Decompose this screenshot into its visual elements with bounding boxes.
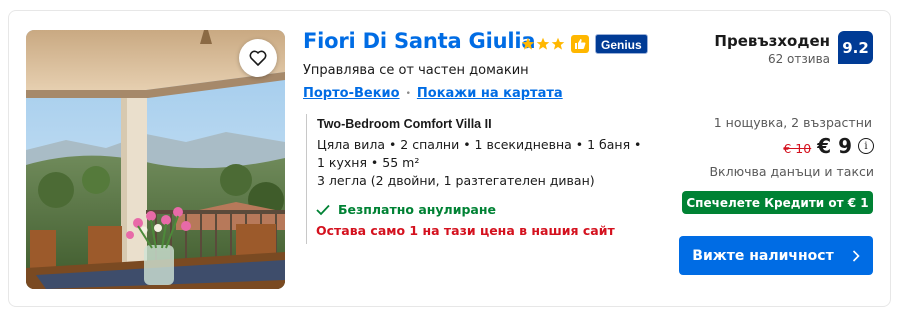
room-specs-continued: 1 кухня • 55 m² xyxy=(317,155,420,170)
thumbs-up-badge[interactable] xyxy=(571,35,589,53)
info-icon[interactable]: i xyxy=(858,138,874,154)
star-icon xyxy=(521,37,535,50)
bed-info: 3 легла (2 двойни, 1 разтегателен диван) xyxy=(317,173,595,188)
thumbs-up-icon xyxy=(575,39,586,49)
review-score-badge[interactable]: 9.2 xyxy=(838,31,873,64)
host-note: Управлява се от частен домакин xyxy=(303,63,529,78)
favorite-button[interactable] xyxy=(239,39,277,77)
rating-word[interactable]: Превъзходен xyxy=(714,32,830,50)
star-rating xyxy=(521,37,565,51)
location-row: Порто-Векио • Покажи на картата xyxy=(303,86,563,101)
credits-badge: Спечелете Кредити от € 1 xyxy=(682,191,873,214)
room-name: Two-Bedroom Comfort Villa II xyxy=(317,117,492,131)
see-availability-label: Вижте наличност xyxy=(692,247,834,264)
free-cancellation: Безплатно анулиране xyxy=(316,202,496,217)
discounted-price: € 9 xyxy=(817,134,852,158)
scarcity-message: Остава само 1 на тази цена в нашия сайт xyxy=(316,223,615,238)
see-availability-button[interactable]: Вижте наличност xyxy=(679,236,873,275)
free-cancellation-label: Безплатно анулиране xyxy=(338,202,496,217)
star-icon xyxy=(551,37,565,50)
chevron-right-icon xyxy=(852,249,860,262)
price-row: € 10 € 9 i xyxy=(783,134,874,158)
separator-dot: • xyxy=(405,88,411,99)
star-icon xyxy=(536,37,550,50)
review-count[interactable]: 62 отзива xyxy=(768,52,830,66)
stay-summary: 1 нощувка, 2 възрастни xyxy=(713,115,872,130)
checkmark-icon xyxy=(316,204,330,215)
show-on-map-link[interactable]: Покажи на картата xyxy=(417,86,563,101)
original-price: € 10 xyxy=(783,140,812,156)
property-title[interactable]: Fiori Di Santa Giulia xyxy=(303,29,535,53)
location-link[interactable]: Порто-Векио xyxy=(303,86,400,101)
room-specs: Цяла вила • 2 спални • 1 всекидневна • 1… xyxy=(317,137,642,152)
heart-icon xyxy=(249,50,267,66)
taxes-note: Включва данъци и такси xyxy=(709,164,874,179)
genius-badge[interactable]: Genius xyxy=(595,34,648,54)
